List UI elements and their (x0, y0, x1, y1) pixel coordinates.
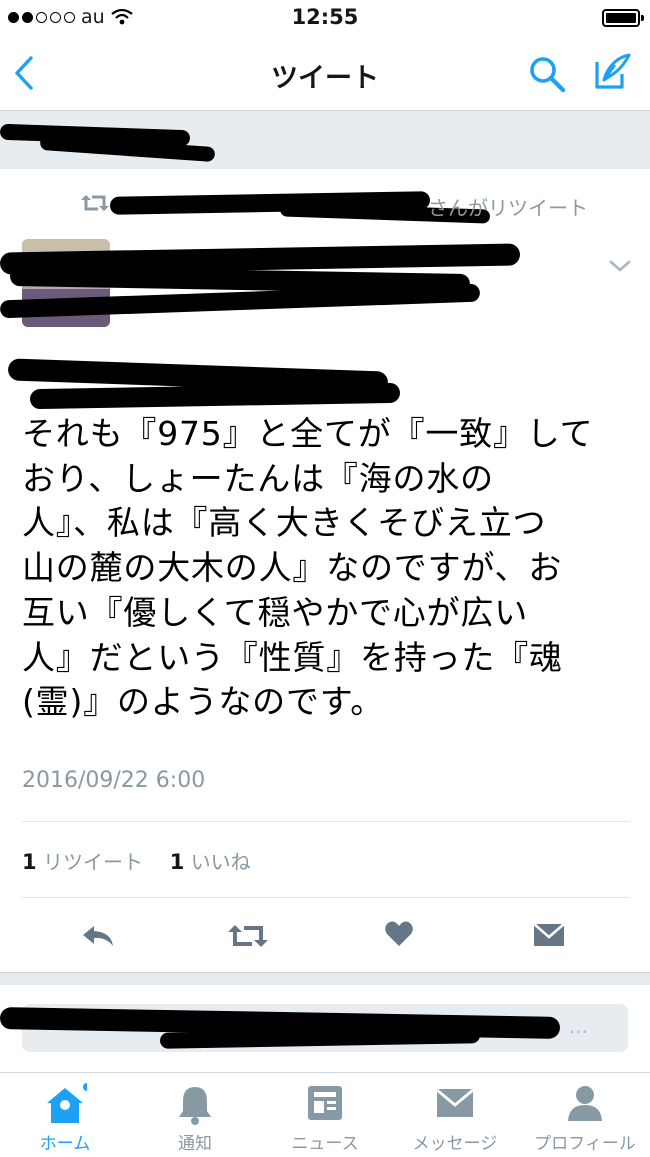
bell-icon (179, 1087, 211, 1125)
heart-icon[interactable] (384, 920, 414, 948)
person-icon (568, 1086, 602, 1121)
tab-notifications[interactable]: 通知 (130, 1073, 260, 1157)
retweet-icon[interactable] (226, 921, 270, 951)
in-reply-to-band[interactable]: 返信 (0, 111, 650, 169)
tweet-text: それも『975』と全てが『一致』して おり、しょーたんは『海の水の 人』、私は『… (22, 414, 594, 722)
tab-label: ニュース (291, 1134, 359, 1154)
like-count: 1 (169, 850, 185, 874)
retweet-stat-label: リツイート (42, 850, 143, 874)
tab-label: 通知 (178, 1134, 212, 1154)
direct-message-icon[interactable] (532, 920, 566, 950)
tweet-timestamp: 2016/09/22 6:00 (22, 768, 206, 793)
search-icon[interactable] (528, 55, 566, 93)
tweet-stats: 1 リツイート 1 いいね (22, 846, 251, 875)
chevron-down-icon[interactable] (608, 259, 632, 273)
envelope-icon (436, 1088, 474, 1117)
retweet-small-icon (81, 195, 109, 211)
tab-news[interactable]: ニュース (260, 1073, 390, 1157)
like-stat-label: いいね (190, 850, 251, 874)
news-icon (308, 1086, 342, 1120)
retweet-stat[interactable]: 1 リツイート (22, 850, 143, 874)
reply-placeholder-suffix: … (569, 1016, 588, 1038)
tab-label: プロフィール (534, 1134, 636, 1154)
tab-label: メッセージ (412, 1134, 498, 1154)
tab-messages[interactable]: メッセージ (390, 1073, 520, 1157)
retweeted-by-label: さんがリツイート (428, 196, 588, 220)
redaction-scribble (29, 382, 401, 410)
compose-tweet-icon[interactable] (592, 52, 632, 92)
tab-profile[interactable]: プロフィール (520, 1073, 650, 1157)
like-stat[interactable]: 1 いいね (170, 850, 251, 874)
tab-home[interactable]: ホーム (0, 1073, 130, 1157)
clock: 12:55 (291, 5, 359, 29)
reply-icon[interactable] (80, 922, 116, 950)
tab-bar: ホーム 通知 ニュース メッセージ プロフィール (0, 1072, 650, 1157)
tab-label: ホーム (39, 1134, 91, 1154)
home-icon (47, 1083, 87, 1123)
retweeted-by-banner[interactable]: さんがリツイート (80, 190, 625, 224)
retweet-count: 1 (22, 850, 37, 874)
status-bar: au 12:55 (0, 0, 650, 36)
nav-bar: ツイート (0, 36, 650, 111)
section-gap (0, 972, 650, 985)
divider (22, 821, 630, 822)
divider (22, 897, 630, 898)
battery-icon (602, 9, 644, 27)
